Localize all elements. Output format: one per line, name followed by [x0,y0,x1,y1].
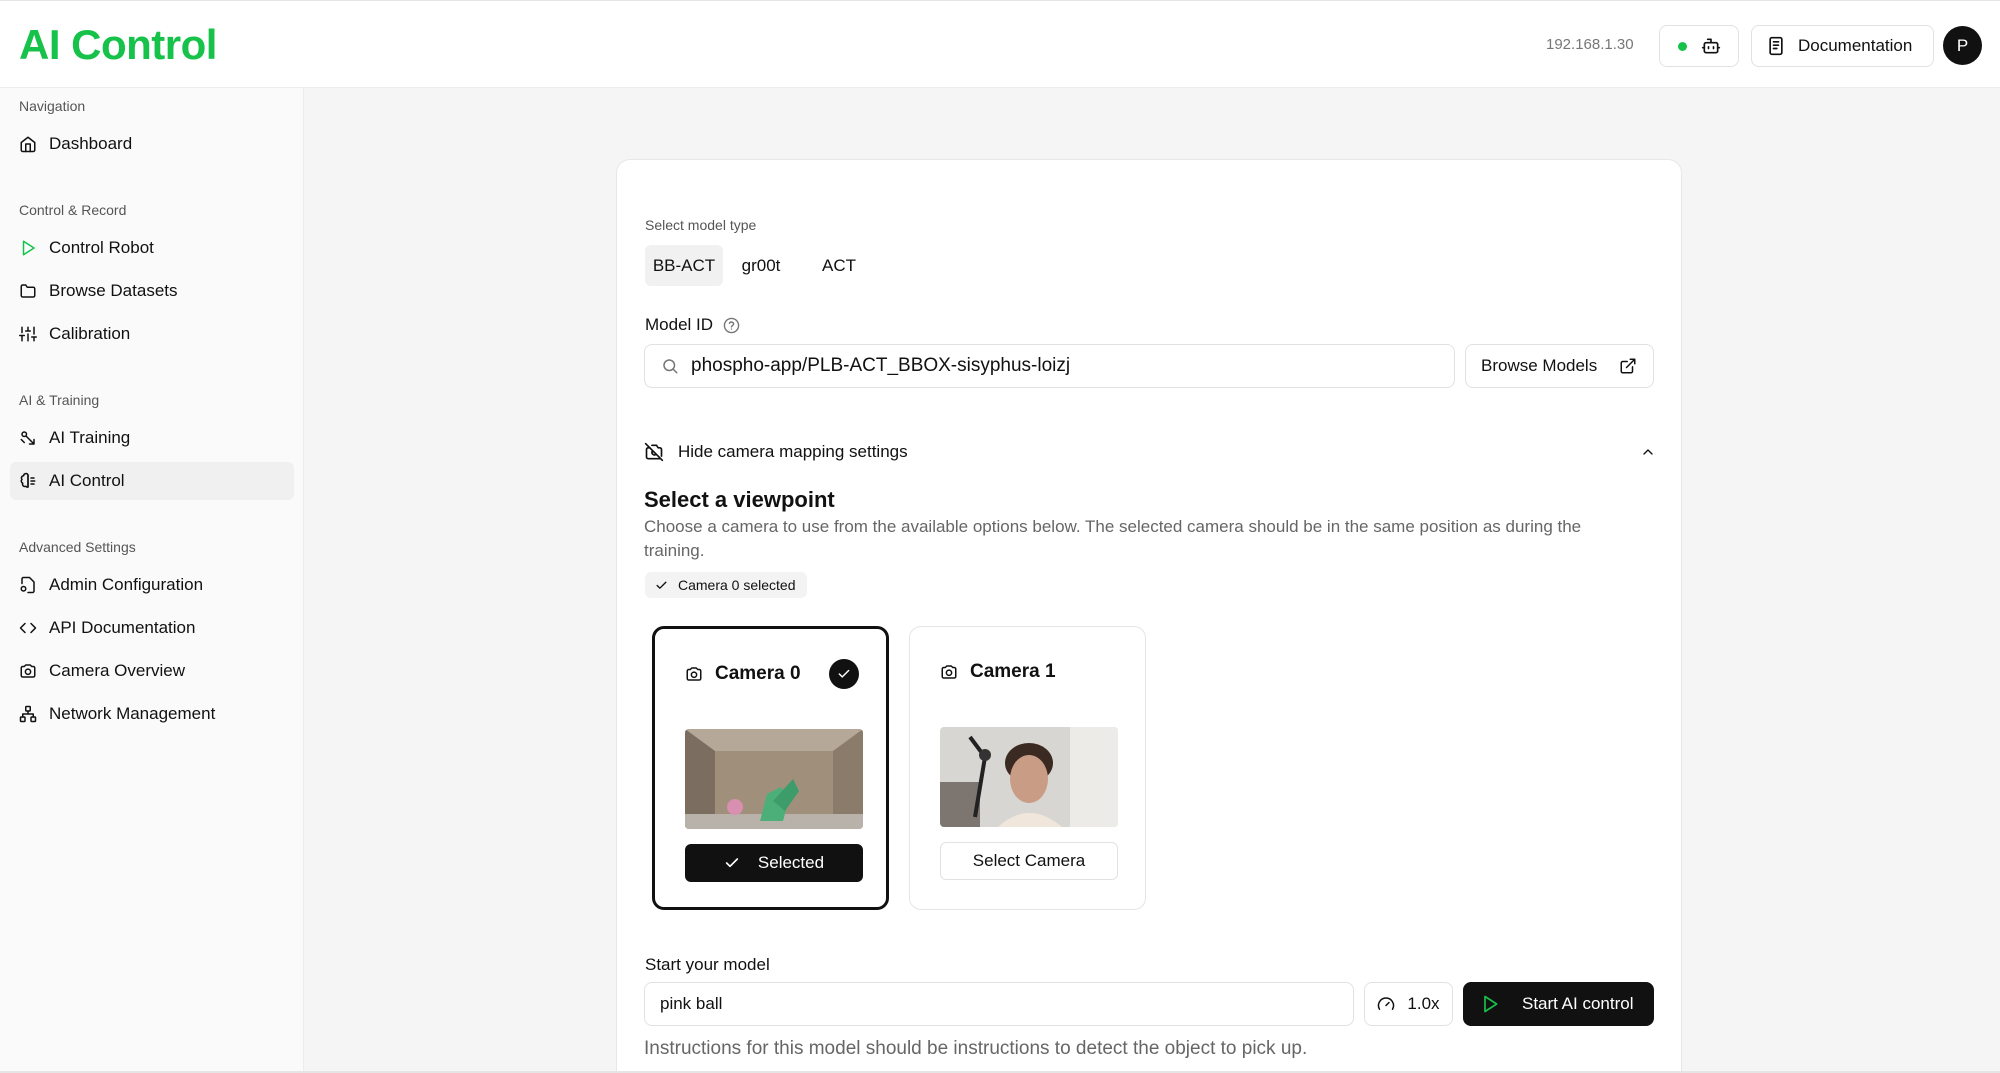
status-dot-icon [1677,41,1687,51]
camera-icon [941,665,957,679]
sidebar-item-ai-control[interactable]: AI Control [10,462,294,500]
model-id-label-text: Model ID [645,315,714,334]
speed-label: 1.0x [1407,994,1440,1013]
sidebar-item-calibration[interactable]: Calibration [10,315,294,353]
sidebar-item-label: Admin Configuration [49,575,204,594]
model-type-label: Select model type [645,217,757,233]
camera-button-label: Selected [757,853,825,872]
search-icon [663,359,678,374]
code-icon [19,622,37,634]
check-icon [656,581,667,589]
sidebar-item-label: Control Robot [49,238,154,257]
camera-icon [20,664,36,678]
brain-icon [20,472,36,488]
network-icon [19,705,37,723]
browse-models-label: Browse Models [1481,356,1598,375]
sidebar-item-browse-datasets[interactable]: Browse Datasets [10,272,294,310]
speed-button[interactable]: 1.0x [1364,982,1453,1026]
ai-control-card [616,159,1682,1073]
camera-title: Camera 1 [940,661,1056,683]
camera-title-text: Camera 0 [715,663,801,684]
sliders-icon [19,326,37,342]
external-link-icon [1620,358,1636,374]
sidebar-item-label: Camera Overview [49,661,186,680]
file-cog-icon [20,576,35,594]
camera-title: Camera 0 [685,663,801,685]
sidebar-item-label: Dashboard [49,134,133,153]
viewpoint-description: Choose a camera to use from the availabl… [644,517,1582,560]
select-camera-button[interactable]: Select Camera [940,842,1118,880]
play-icon [22,240,35,256]
sidebar-item-label: Network Management [49,704,216,723]
camera-title-text: Camera 1 [970,661,1056,682]
section-title-ai-training: AI & Training [19,392,100,408]
sidebar: Navigation Dashboard Control & Record Co… [0,88,304,1073]
top-header: AI Control 192.168.1.30 Documentation P [0,0,2000,88]
camera-mapping-toggle[interactable]: Hide camera mapping settings [644,438,1656,466]
sidebar-item-dashboard[interactable]: Dashboard [10,125,294,163]
sidebar-item-control-robot[interactable]: Control Robot [10,229,294,267]
book-icon [1769,36,1783,56]
start-ai-control-button[interactable]: Start AI control [1463,982,1654,1026]
tab-gr00t[interactable]: gr00t [731,245,791,286]
help-circle-icon[interactable] [723,317,740,334]
camera-icon [686,667,702,681]
gauge-icon [1378,997,1395,1010]
sidebar-item-network-management[interactable]: Network Management [10,695,294,733]
documentation-label: Documentation [1798,36,1913,55]
robot-status-button[interactable] [1659,25,1739,67]
sidebar-item-camera-overview[interactable]: Camera Overview [10,652,294,690]
ip-address: 192.168.1.30 [1546,36,1634,53]
section-title-control-record: Control & Record [19,202,127,218]
folder-icon [20,284,36,298]
camera-card-0[interactable]: Camera 0 Selected [652,626,889,910]
camera-preview-image [940,727,1118,827]
section-title-advanced: Advanced Settings [19,539,136,555]
start-button-label: Start AI control [1522,994,1634,1013]
selected-camera-badge: Camera 0 selected [645,572,807,598]
browse-models-button[interactable]: Browse Models [1465,344,1654,388]
camera-preview-image [685,729,863,829]
model-id-value: phospho-app/PLB-ACT_BBOX-sisyphus-loizj [691,355,1071,376]
section-title-navigation: Navigation [19,98,86,114]
selected-check-icon [829,659,859,689]
camera-off-icon [644,442,664,462]
tab-act[interactable]: ACT [811,245,867,286]
training-icon [20,431,35,445]
instruction-input[interactable]: pink ball [644,982,1354,1026]
sidebar-item-label: Calibration [49,324,131,343]
robot-icon [1701,38,1720,54]
camera-selected-button[interactable]: Selected [685,844,863,882]
selected-badge-text: Camera 0 selected [678,577,796,593]
sidebar-item-label: AI Control [49,471,125,490]
model-id-label: Model ID [645,315,740,335]
sidebar-item-label: AI Training [49,428,131,447]
chevron-up-icon [1643,449,1653,455]
camera-toggle-label: Hide camera mapping settings [678,442,908,461]
home-icon [20,136,36,153]
sidebar-item-label: API Documentation [49,618,196,637]
check-icon [725,858,739,868]
model-id-input[interactable]: phospho-app/PLB-ACT_BBOX-sisyphus-loizj [644,344,1455,388]
start-model-label: Start your model [645,955,770,974]
play-icon [1484,995,1498,1013]
sidebar-item-api-documentation[interactable]: API Documentation [10,609,294,647]
app-title: AI Control [19,21,217,68]
viewpoint-title: Select a viewpoint [644,487,835,512]
camera-card-1[interactable]: Camera 1 Select Camera [909,626,1146,910]
sidebar-item-label: Browse Datasets [49,281,178,300]
instruction-hint: Instructions for this model should be in… [644,1038,1308,1059]
avatar[interactable]: P [1943,26,1982,65]
tab-bb-act[interactable]: BB-ACT [645,245,723,286]
sidebar-item-ai-training[interactable]: AI Training [10,419,294,457]
sidebar-item-admin-configuration[interactable]: Admin Configuration [10,566,294,604]
documentation-button[interactable]: Documentation [1751,25,1934,67]
